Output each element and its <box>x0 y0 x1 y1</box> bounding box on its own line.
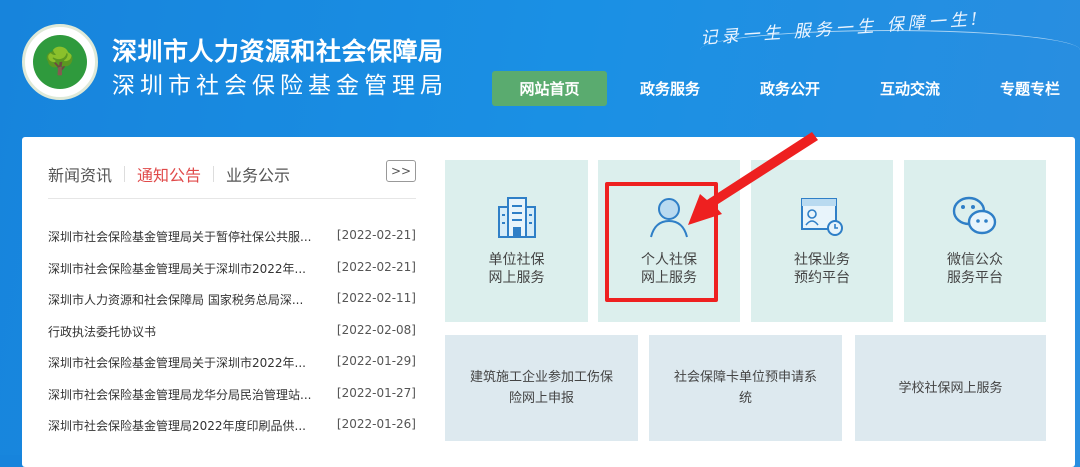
red-arrow-icon <box>688 132 818 225</box>
